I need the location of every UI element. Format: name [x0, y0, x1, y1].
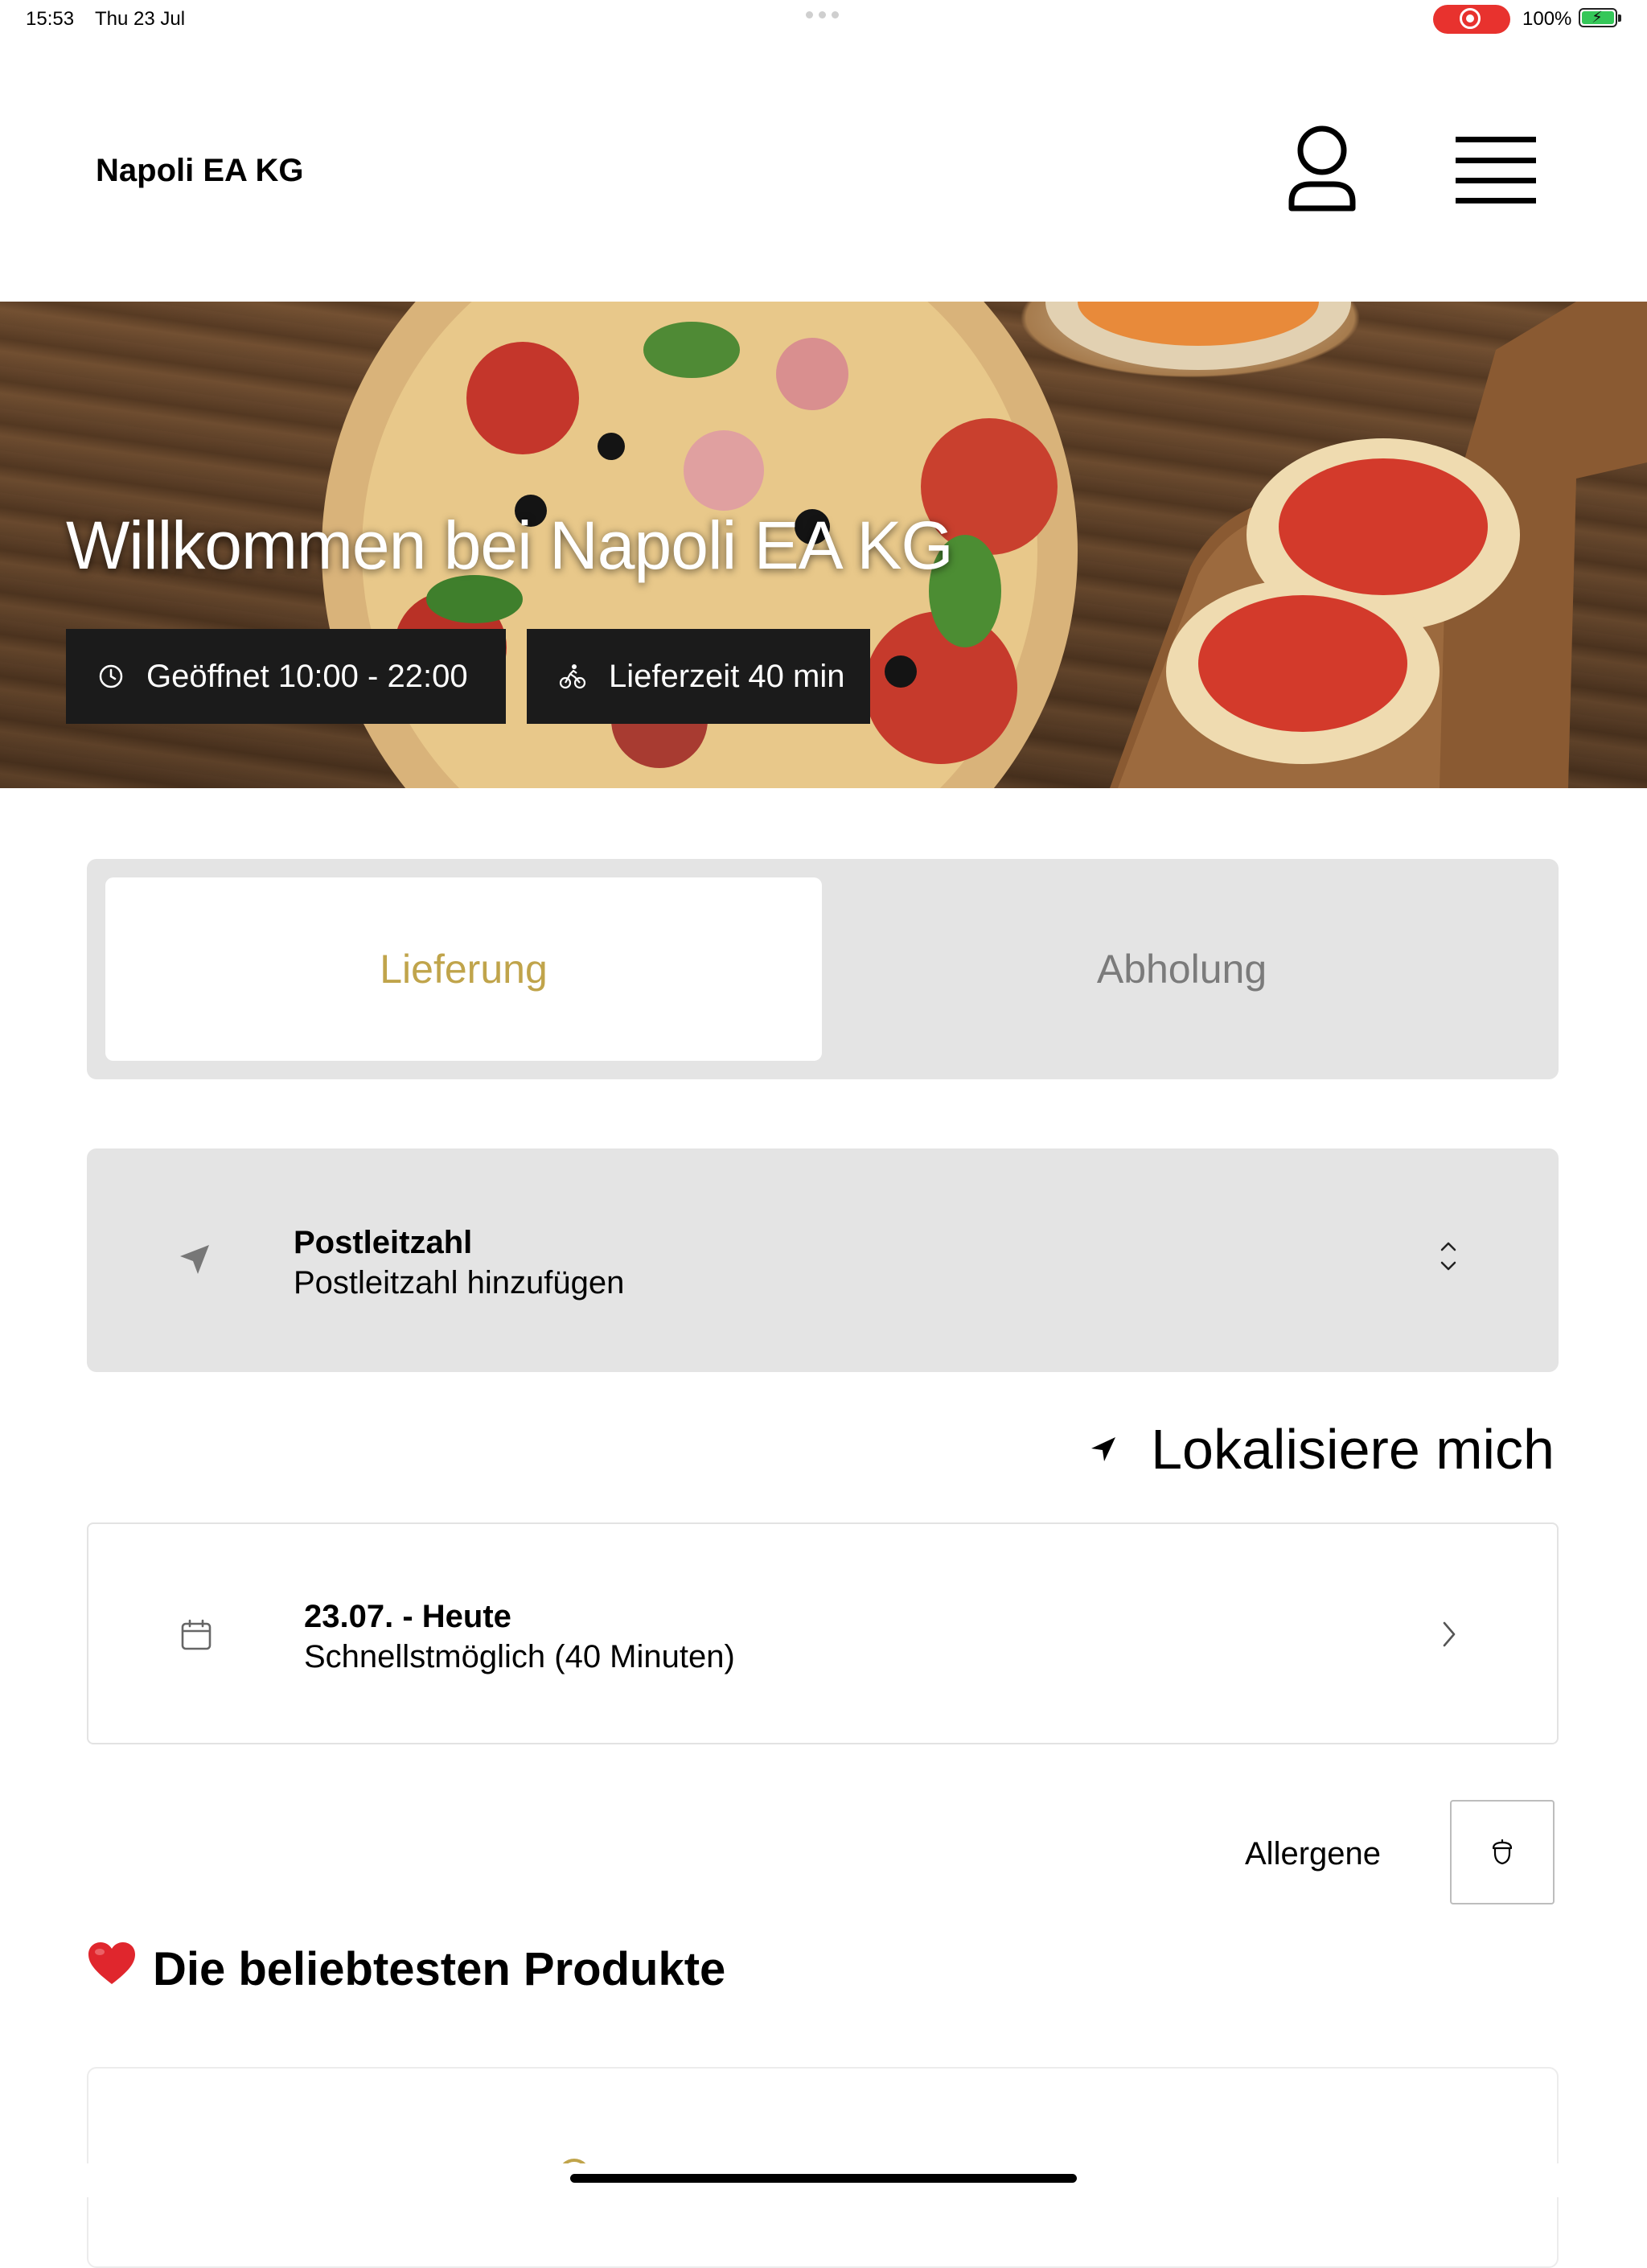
- tab-pickup[interactable]: Abholung: [824, 877, 1540, 1061]
- opening-hours-chip: Geöffnet 10:00 - 22:00: [66, 629, 506, 724]
- locate-me-button[interactable]: Lokalisiere mich: [1090, 1417, 1555, 1481]
- allergens-label: Allergene: [1245, 1836, 1382, 1872]
- tab-delivery[interactable]: Lieferung: [105, 877, 822, 1061]
- heart-icon: [87, 1941, 137, 1997]
- hero-banner: Willkommen bei Napoli EA KG Geöffnet 10:…: [0, 302, 1647, 788]
- popular-products-heading: Die beliebtesten Produkte: [87, 1941, 725, 1997]
- cyclist-icon: [559, 664, 586, 689]
- hero-title: Willkommen bei Napoli EA KG: [66, 507, 954, 583]
- opening-hours-text: Geöffnet 10:00 - 22:00: [146, 658, 468, 694]
- schedule-time: Schnellstmöglich (40 Minuten): [304, 1639, 735, 1674]
- postal-code-field[interactable]: Postleitzahl Postleitzahl hinzufügen: [87, 1148, 1559, 1372]
- multitasking-dots[interactable]: [806, 11, 839, 18]
- popular-products-title: Die beliebtesten Produkte: [153, 1942, 726, 1995]
- schedule-date: 23.07. - Heute: [304, 1599, 511, 1634]
- delivery-time-text: Lieferzeit 40 min: [609, 658, 845, 694]
- location-arrow-icon: [180, 1245, 209, 1274]
- calendar-icon: [181, 1619, 212, 1650]
- navigation-arrow-icon: [1091, 1437, 1116, 1461]
- battery-icon: ⚡: [1579, 8, 1621, 27]
- clock-icon: [99, 664, 123, 688]
- postal-code-placeholder: Postleitzahl hinzufügen: [294, 1265, 625, 1300]
- hamburger-menu-icon: [1456, 137, 1536, 203]
- home-indicator[interactable]: [570, 2174, 1077, 2183]
- locate-me-label: Lokalisiere mich: [1151, 1418, 1555, 1481]
- delivery-time-chip: Lieferzeit 40 min: [527, 629, 870, 724]
- allergens-button[interactable]: [1450, 1800, 1555, 1904]
- battery-percentage: 100%: [1522, 8, 1572, 30]
- delivery-schedule-selector[interactable]: 23.07. - Heute Schnellstmöglich (40 Minu…: [87, 1522, 1559, 1744]
- person-icon: [1288, 125, 1356, 212]
- menu-button[interactable]: [1456, 135, 1536, 208]
- account-button[interactable]: [1287, 125, 1357, 217]
- chevron-right-icon: [1443, 1621, 1456, 1647]
- acorn-icon: [1492, 1839, 1513, 1865]
- status-time: 15:53: [26, 8, 75, 30]
- chevron-up-down-icon: [1440, 1242, 1456, 1271]
- postal-code-label: Postleitzahl: [294, 1225, 473, 1260]
- screen-recording-indicator[interactable]: [1433, 5, 1510, 34]
- order-mode-switch: Lieferung Abholung: [87, 859, 1559, 1079]
- brand-name: Napoli EA KG: [96, 153, 304, 188]
- status-date: Thu 23 Jul: [95, 8, 186, 30]
